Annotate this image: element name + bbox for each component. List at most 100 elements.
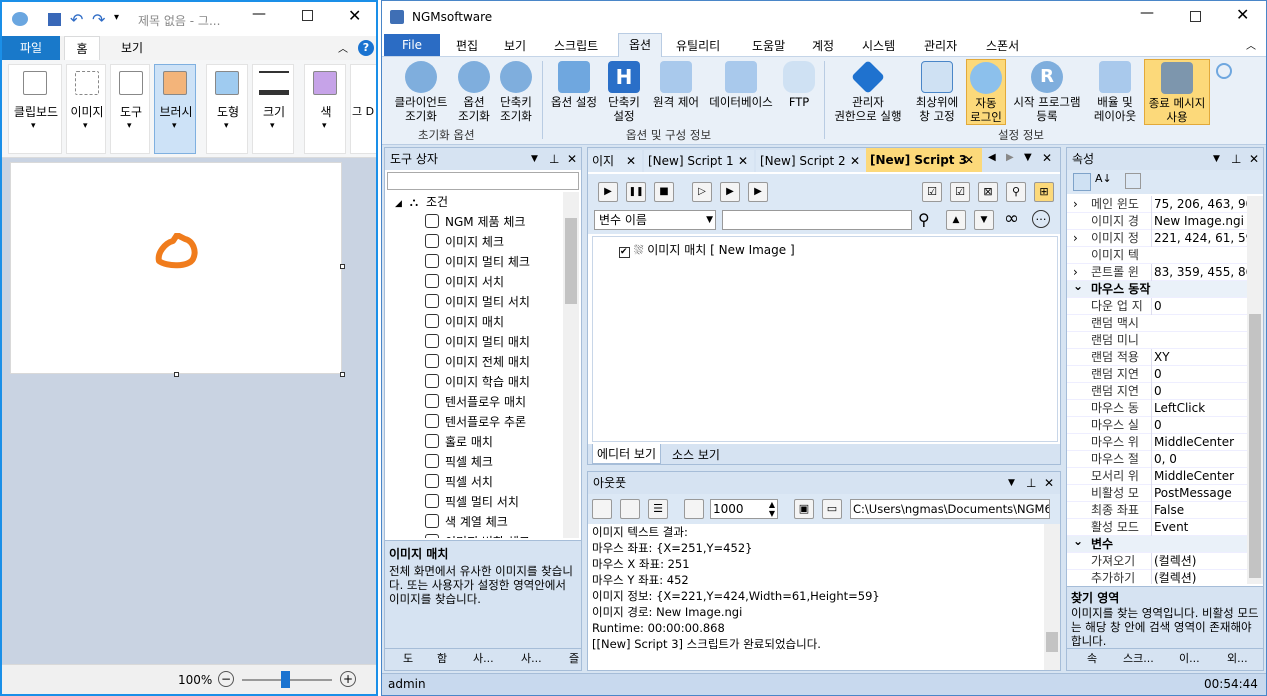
- remote-control-button[interactable]: 원격 제어: [648, 61, 704, 125]
- property-row[interactable]: 마우스 동 LeftClick: [1067, 400, 1247, 417]
- checkbox-icon[interactable]: ✔: [619, 247, 630, 258]
- clipboard-group[interactable]: 클립보드 ▾: [8, 64, 62, 154]
- search-icon[interactable]: ⚲: [918, 210, 930, 229]
- menu-system[interactable]: 시스템: [862, 37, 895, 54]
- collapse-ribbon-icon[interactable]: ︿: [338, 40, 348, 55]
- collapse-icon[interactable]: ⌄: [1073, 533, 1083, 550]
- color-group[interactable]: 색 ▾: [304, 64, 346, 154]
- property-value[interactable]: (컬렉션): [1151, 570, 1247, 584]
- property-value[interactable]: 0: [1151, 298, 1247, 315]
- property-value[interactable]: 221, 424, 61, 59: [1151, 230, 1247, 247]
- tree-item[interactable]: 이미지 변화 체크: [385, 532, 563, 538]
- output-scrollbar[interactable]: [1044, 524, 1060, 670]
- close-icon[interactable]: ✕: [1249, 148, 1259, 170]
- menu-admin[interactable]: 관리자: [924, 37, 957, 54]
- clear-broom-button[interactable]: [592, 499, 612, 519]
- copy-button[interactable]: [620, 499, 640, 519]
- tree-item[interactable]: 색 계열 체크: [385, 512, 563, 532]
- tree-view-button[interactable]: ⊞: [1034, 182, 1054, 202]
- script-line[interactable]: ✔ ⛆ 이미지 매치 [ New Image ]: [619, 241, 795, 258]
- tab-user2[interactable]: 사...: [521, 649, 542, 669]
- menu-sponsor[interactable]: 스폰서: [986, 37, 1019, 54]
- zoom-in-button[interactable]: +: [340, 671, 356, 687]
- check-button[interactable]: ☑: [950, 182, 970, 202]
- tree-item[interactable]: 이미지 전체 매치: [385, 352, 563, 372]
- property-value[interactable]: New Image.ngi: [1151, 213, 1247, 230]
- tab-function[interactable]: 함: [437, 649, 447, 669]
- shapes-group[interactable]: 도형 ▾: [206, 64, 248, 154]
- property-row[interactable]: 이미지 경 New Image.ngi: [1067, 213, 1247, 230]
- drawing-canvas[interactable]: [10, 162, 342, 374]
- menu-edit[interactable]: 편집: [456, 37, 478, 54]
- eraser-button[interactable]: [684, 499, 704, 519]
- option-settings-button[interactable]: 옵션 설정: [546, 61, 602, 125]
- property-row[interactable]: 마우스 절 0, 0: [1067, 451, 1247, 468]
- script-editor[interactable]: ✔ ⛆ 이미지 매치 [ New Image ]: [592, 236, 1058, 442]
- pin-icon[interactable]: ⊥: [549, 148, 559, 170]
- database-button[interactable]: 데이터베이스: [704, 61, 778, 125]
- property-value[interactable]: MiddleCenter: [1151, 434, 1247, 451]
- tab-image[interactable]: 이...: [1179, 649, 1200, 669]
- property-row[interactable]: ›콘트롤 윈83, 359, 455, 868: [1067, 264, 1247, 281]
- property-section[interactable]: ⌄ 마우스 동작: [1067, 279, 1247, 298]
- reset-options-button[interactable]: 옵션 조기화: [454, 61, 494, 125]
- scale-layout-button[interactable]: 배율 및 레이아웃: [1090, 61, 1140, 125]
- tree-item[interactable]: 텐서플로우 추론: [385, 412, 563, 432]
- property-row[interactable]: 가져오기 (컬렉션): [1067, 553, 1247, 570]
- tree-item[interactable]: 홀로 매치: [385, 432, 563, 452]
- exit-message-button[interactable]: 종료 메시지 사용: [1144, 59, 1210, 125]
- property-value[interactable]: False: [1151, 502, 1247, 519]
- property-value[interactable]: 0: [1151, 366, 1247, 383]
- size-group[interactable]: 크기 ▾: [252, 64, 294, 154]
- spinner-icon[interactable]: ▲ ▼: [769, 500, 775, 518]
- property-row[interactable]: 모서리 위 MiddleCenter: [1067, 468, 1247, 485]
- tab-list-icon[interactable]: ▼: [1024, 152, 1032, 163]
- redo-icon[interactable]: ↷: [92, 10, 105, 29]
- scroll-thumb[interactable]: [565, 218, 577, 304]
- close-icon[interactable]: ✕: [1042, 151, 1052, 165]
- tree-root[interactable]: ◢ ⛬ 조건: [385, 192, 563, 212]
- close-icon[interactable]: ✕: [850, 150, 860, 172]
- close-icon[interactable]: ✕: [738, 150, 748, 172]
- loop-icon[interactable]: ∞: [1004, 208, 1019, 229]
- minimize-button[interactable]: —: [1140, 5, 1154, 21]
- property-value[interactable]: (컬렉션): [1151, 553, 1247, 570]
- close-icon[interactable]: ✕: [964, 148, 974, 172]
- property-value[interactable]: PostMessage: [1151, 485, 1247, 502]
- resize-handle-bottom[interactable]: [174, 372, 179, 377]
- tree-item[interactable]: 이미지 멀티 체크: [385, 252, 563, 272]
- pin-icon[interactable]: ⊥: [1231, 148, 1241, 170]
- property-row[interactable]: 랜덤 미니: [1067, 332, 1247, 349]
- dropdown-icon[interactable]: ▼: [1008, 472, 1015, 494]
- output-path[interactable]: C:\Users\ngmas\Documents\NGM6\: [850, 499, 1050, 519]
- property-value[interactable]: LeftClick: [1151, 400, 1247, 417]
- property-row[interactable]: 랜덤 지연 0: [1067, 366, 1247, 383]
- down-button[interactable]: ▼: [974, 210, 994, 230]
- step-button[interactable]: ▷: [692, 182, 712, 202]
- tree-item[interactable]: 이미지 멀티 서치: [385, 292, 563, 312]
- property-row[interactable]: › 이미지 정 221, 424, 61, 59: [1067, 230, 1247, 247]
- tree-item[interactable]: 텐서플로우 매치: [385, 392, 563, 412]
- property-value[interactable]: 0: [1151, 417, 1247, 434]
- maximize-button[interactable]: [302, 10, 313, 21]
- doc-tab-script3[interactable]: [New] Script 3 ✕: [866, 148, 982, 172]
- expand-icon[interactable]: ›: [1073, 230, 1078, 247]
- pause-button[interactable]: ❚❚: [626, 182, 646, 202]
- dropdown-icon[interactable]: ▼: [1213, 148, 1220, 170]
- property-row[interactable]: 비활성 모 PostMessage: [1067, 485, 1247, 502]
- property-row[interactable]: 마우스 실 0: [1067, 417, 1247, 434]
- zoom-slider-thumb[interactable]: [281, 671, 290, 688]
- ftp-button[interactable]: FTP: [780, 61, 818, 125]
- menu-options[interactable]: 옵션: [618, 33, 662, 57]
- categorized-icon[interactable]: [1073, 173, 1091, 191]
- expand-icon[interactable]: ›: [1073, 196, 1078, 213]
- paint3d-group[interactable]: 그 D: [350, 64, 376, 154]
- reset-client-button[interactable]: 클라이언트 조기화: [388, 61, 454, 125]
- delete-button[interactable]: ⊠: [978, 182, 998, 202]
- variable-select[interactable]: 변수 이름 ▼: [594, 210, 716, 230]
- menu-account[interactable]: 계정: [812, 37, 834, 54]
- resize-handle-corner[interactable]: [340, 372, 345, 377]
- doc-tab-script2[interactable]: [New] Script 2 ✕: [756, 150, 866, 172]
- tab-home[interactable]: 홈: [64, 36, 100, 60]
- tools-group[interactable]: 도구 ▾: [110, 64, 150, 154]
